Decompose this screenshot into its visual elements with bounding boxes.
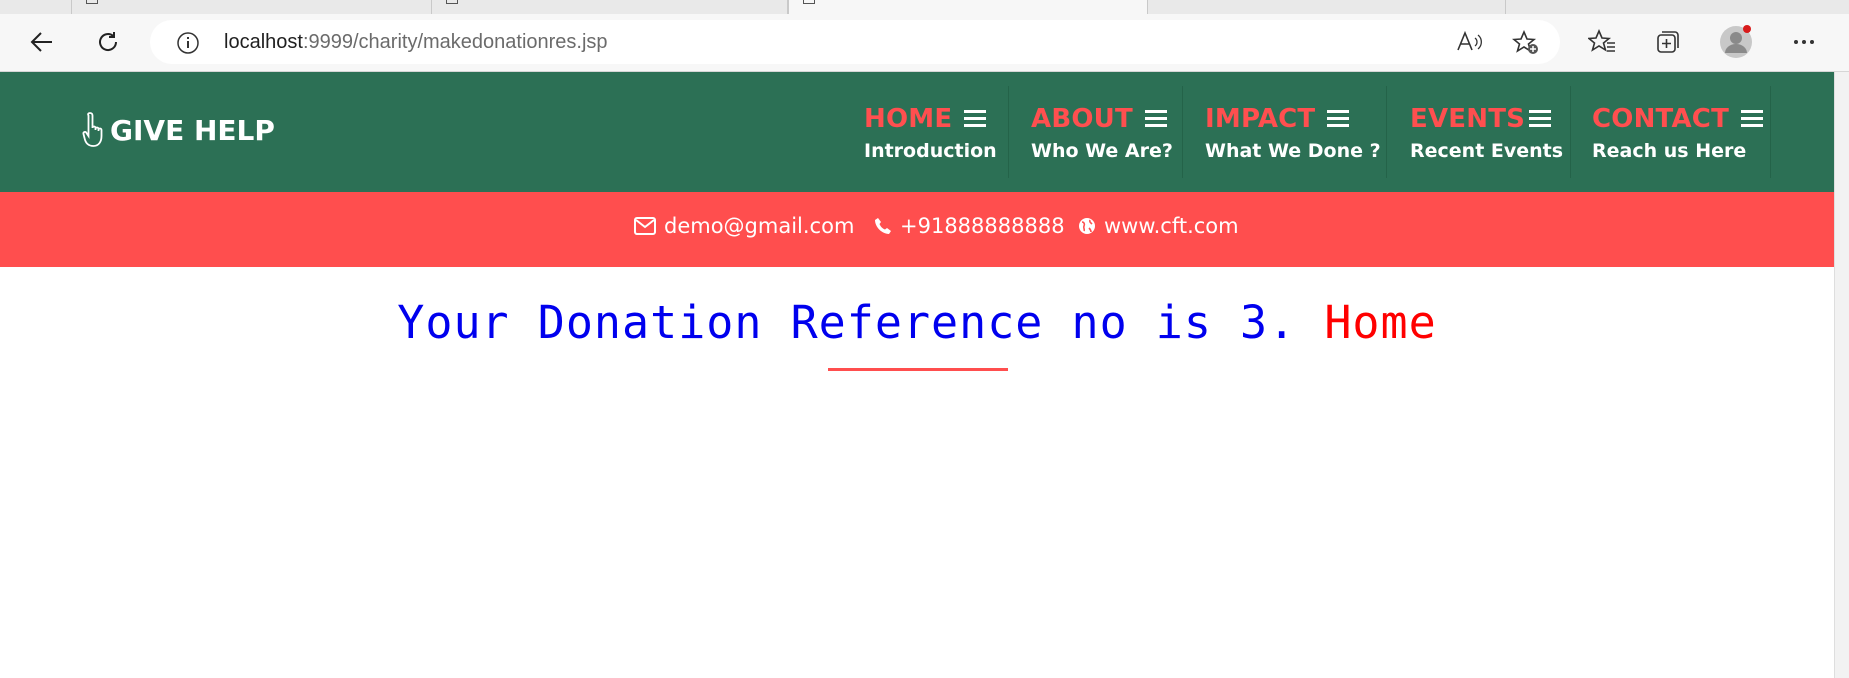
menu-bars-icon — [1144, 110, 1167, 128]
nav-divider — [1008, 86, 1009, 178]
nav-divider — [1770, 86, 1771, 178]
browser-tab[interactable] — [1148, 0, 1506, 14]
more-menu-button[interactable] — [1786, 24, 1822, 60]
tab-favicon-icon — [446, 0, 458, 4]
add-favorite-icon[interactable] — [1512, 30, 1540, 56]
browser-tab-strip — [0, 0, 1849, 14]
home-link[interactable]: Home — [1324, 296, 1436, 349]
globe-icon — [1079, 218, 1095, 234]
pointing-hand-icon — [82, 112, 103, 147]
browser-tab[interactable] — [0, 0, 72, 14]
tab-favicon-icon — [86, 0, 98, 4]
favorites-button[interactable] — [1584, 24, 1620, 60]
nav-item-subtitle: Reach us Here — [1592, 140, 1747, 162]
ellipsis-icon — [1794, 40, 1814, 44]
nav-divider — [1386, 86, 1387, 178]
tab-favicon-icon — [803, 0, 815, 4]
contact-email-text: demo@gmail.com — [664, 214, 855, 238]
nav-divider — [1570, 86, 1571, 178]
browser-tab[interactable] — [432, 0, 788, 14]
menu-bars-icon — [1529, 110, 1552, 128]
nav-divider — [1182, 86, 1183, 178]
read-aloud-icon[interactable] — [1456, 30, 1482, 54]
contact-website[interactable]: www.cft.com — [1078, 214, 1239, 238]
contact-phone-text: +91888888888 — [900, 214, 1065, 238]
site-info-icon[interactable] — [176, 31, 200, 55]
nav-item-title: CONTACT — [1592, 104, 1729, 134]
nav-item-title: ABOUT — [1031, 104, 1133, 134]
url-path: :9999/charity/makedonationres.jsp — [302, 31, 608, 53]
page-scrollbar[interactable] — [1834, 72, 1849, 678]
avatar-icon — [1720, 25, 1752, 58]
address-bar[interactable]: localhost:9999/charity/makedonationres.j… — [150, 20, 1560, 64]
contact-website-text: www.cft.com — [1104, 214, 1239, 238]
url-text[interactable]: localhost:9999/charity/makedonationres.j… — [224, 31, 608, 54]
nav-item-about[interactable]: ABOUT Who We Are? — [1031, 72, 1173, 192]
nav-item-home[interactable]: HOME Introduction — [864, 72, 997, 192]
browser-tab[interactable] — [72, 0, 432, 14]
menu-bars-icon — [1327, 110, 1350, 128]
collections-icon — [1657, 31, 1679, 53]
favorites-icon — [1588, 29, 1615, 52]
donation-confirmation: Your Donation Reference no is 3. Home — [0, 296, 1834, 349]
nav-item-title: EVENTS — [1410, 104, 1526, 134]
site-header: GIVE HELP HOME Introduction ABOUT Who We… — [0, 72, 1834, 192]
nav-item-contact[interactable]: CONTACT Reach us Here — [1592, 72, 1763, 192]
nav-item-subtitle: What We Done ? — [1205, 140, 1381, 162]
envelope-icon — [634, 217, 656, 235]
heading-underline — [828, 368, 1008, 371]
nav-item-subtitle: Recent Events — [1410, 140, 1564, 162]
profile-button[interactable] — [1718, 24, 1754, 60]
browser-tab-active[interactable] — [788, 0, 1148, 14]
nav-item-impact[interactable]: IMPACT What We Done ? — [1205, 72, 1381, 192]
menu-bars-icon — [1741, 110, 1763, 128]
browser-toolbar: localhost:9999/charity/makedonationres.j… — [0, 14, 1849, 72]
contact-bar: demo@gmail.com +91888888888 www.cft.com — [0, 192, 1834, 267]
back-button[interactable] — [24, 24, 60, 60]
nav-item-events[interactable]: EVENTS Recent Events — [1410, 72, 1563, 192]
nav-item-subtitle: Who We Are? — [1031, 140, 1173, 162]
donation-reference-message: Your Donation Reference no is 3. — [397, 296, 1297, 349]
nav-item-title: HOME — [864, 104, 953, 134]
logo-text: GIVE HELP — [110, 113, 275, 147]
back-arrow-icon — [30, 32, 52, 52]
url-host: localhost — [224, 31, 303, 53]
nav-item-title: IMPACT — [1205, 104, 1316, 134]
contact-phone[interactable]: +91888888888 — [874, 214, 1065, 238]
refresh-icon — [99, 32, 118, 51]
collections-button[interactable] — [1650, 24, 1686, 60]
phone-icon — [875, 218, 891, 234]
nav-item-subtitle: Introduction — [864, 140, 997, 162]
site-logo[interactable]: GIVE HELP — [82, 110, 275, 150]
menu-bars-icon — [964, 110, 987, 128]
contact-email[interactable]: demo@gmail.com — [634, 214, 854, 238]
refresh-button[interactable] — [90, 24, 126, 60]
